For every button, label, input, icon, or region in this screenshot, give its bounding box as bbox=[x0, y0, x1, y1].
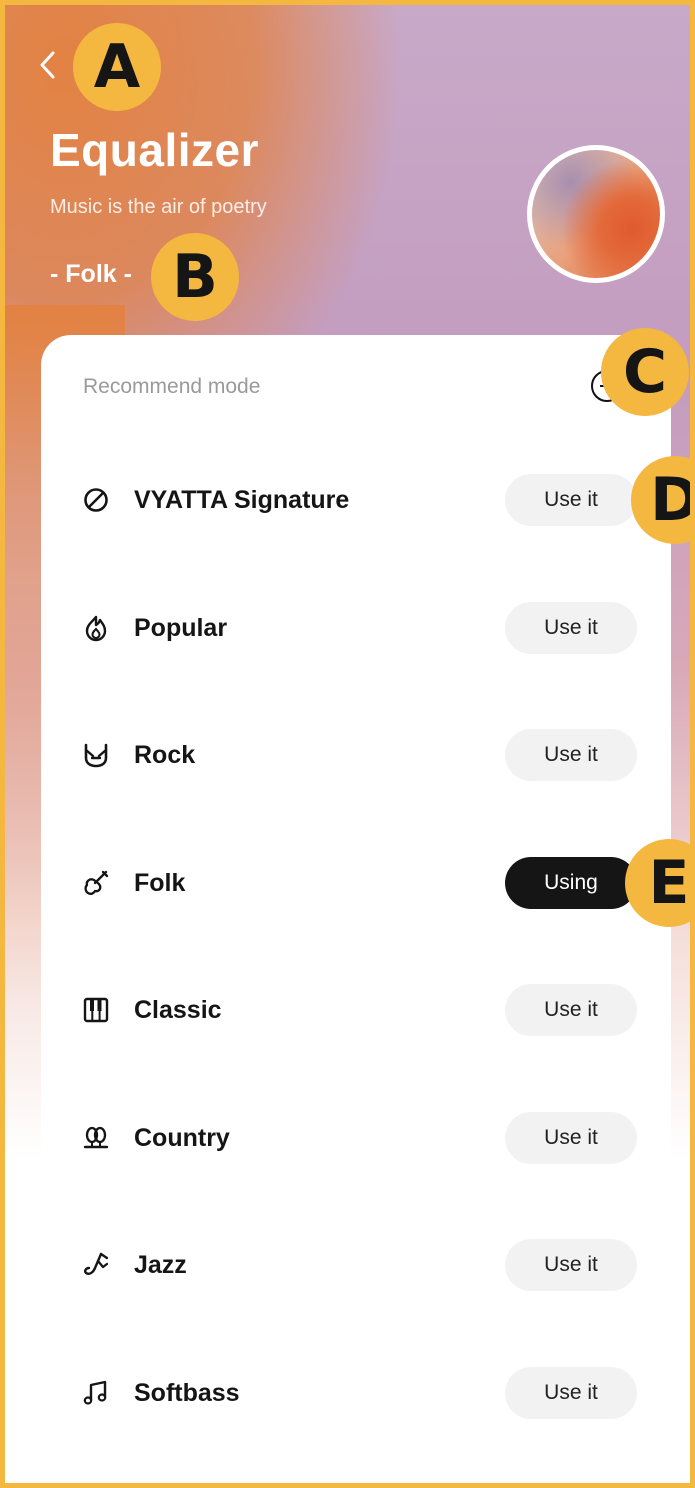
use-it-button[interactable]: Use it bbox=[505, 984, 637, 1036]
mode-row-classic: Classic Use it bbox=[81, 982, 637, 1038]
use-it-button[interactable]: Use it bbox=[505, 1367, 637, 1419]
chevron-left-icon bbox=[40, 51, 55, 79]
annotation-badge-a: A bbox=[73, 23, 161, 111]
music-note-icon bbox=[81, 1378, 111, 1408]
use-it-button[interactable]: Use it bbox=[505, 729, 637, 781]
mode-row-popular: Popular Use it bbox=[81, 600, 637, 656]
mode-label: Rock bbox=[134, 741, 196, 769]
annotation-badge-b: B bbox=[151, 233, 239, 321]
mode-row-jazz: Jazz Use it bbox=[81, 1237, 637, 1293]
flame-icon bbox=[81, 613, 111, 643]
mode-label: Softbass bbox=[134, 1379, 240, 1407]
mode-row-vyatta-signature: VYATTA Signature Use it bbox=[81, 472, 637, 528]
back-button[interactable] bbox=[33, 45, 61, 85]
mode-label: Classic bbox=[134, 996, 222, 1024]
use-it-button[interactable]: Use it bbox=[505, 1112, 637, 1164]
prohibited-circle-icon bbox=[81, 485, 111, 515]
mode-label: VYATTA Signature bbox=[134, 486, 350, 514]
mode-row-folk: Folk Using bbox=[81, 855, 637, 911]
use-it-button[interactable]: Use it bbox=[505, 1239, 637, 1291]
rock-hand-icon bbox=[81, 740, 111, 770]
album-art-avatar bbox=[527, 145, 665, 283]
saxophone-icon bbox=[81, 1250, 111, 1280]
using-button[interactable]: Using bbox=[505, 857, 637, 909]
use-it-button[interactable]: Use it bbox=[505, 602, 637, 654]
current-mode-label: - Folk - bbox=[50, 260, 132, 288]
mode-row-softbass: Softbass Use it bbox=[81, 1365, 637, 1421]
guitar-icon bbox=[81, 868, 111, 898]
piano-keys-icon bbox=[81, 995, 111, 1025]
page-title: Equalizer bbox=[50, 124, 260, 176]
mode-list-card: Recommend mode VYATTA Signature Use it P… bbox=[41, 335, 671, 1483]
annotation-badge-c: C bbox=[601, 328, 689, 416]
equalizer-screen: A Equalizer Music is the air of poetry -… bbox=[0, 0, 695, 1488]
mode-label: Jazz bbox=[134, 1251, 187, 1279]
mode-row-country: Country Use it bbox=[81, 1110, 637, 1166]
mode-label: Popular bbox=[134, 614, 228, 642]
mode-label: Folk bbox=[134, 869, 186, 897]
recommend-mode-label: Recommend mode bbox=[83, 375, 261, 398]
page-subtitle: Music is the air of poetry bbox=[50, 196, 267, 218]
mode-label: Country bbox=[134, 1124, 230, 1152]
use-it-button[interactable]: Use it bbox=[505, 474, 637, 526]
country-icon bbox=[81, 1123, 111, 1153]
mode-row-rock: Rock Use it bbox=[81, 727, 637, 783]
